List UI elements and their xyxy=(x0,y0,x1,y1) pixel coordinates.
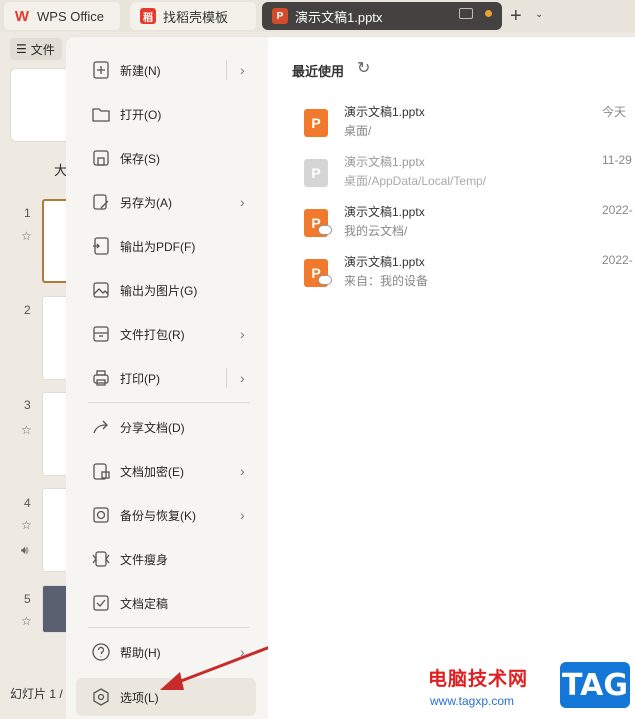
recent-file-item[interactable]: P 演示文稿1.pptx 我的云文档/ 2022- xyxy=(304,203,635,247)
file-date: 今天 xyxy=(602,105,627,119)
file-date: 11-29 xyxy=(602,153,632,167)
watermark-tag-logo: TAG xyxy=(560,662,630,708)
pptx-file-icon: P xyxy=(304,109,328,137)
file-name: 演示文稿1.pptx xyxy=(344,105,425,119)
file-path: 我的云文档/ xyxy=(344,224,408,238)
file-name: 演示文稿1.pptx xyxy=(344,255,425,269)
file-date: 2022- xyxy=(602,253,633,267)
watermark: 电脑技术网 www.tagxp.com TAG xyxy=(420,660,635,719)
file-date: 2022- xyxy=(602,203,633,217)
cloud-icon xyxy=(318,275,332,285)
pptx-file-icon: P xyxy=(304,159,328,187)
recent-file-item[interactable]: P 演示文稿1.pptx 桌面/AppData/Local/Temp/ 11-2… xyxy=(304,153,635,197)
file-path: 来自：我的设备 xyxy=(344,274,429,288)
watermark-site-name: 电脑技术网 xyxy=(428,669,529,690)
refresh-icon[interactable]: ↻ xyxy=(357,58,370,78)
file-path: 桌面/AppData/Local/Temp/ xyxy=(344,174,487,188)
recent-file-item[interactable]: P 演示文稿1.pptx 来自：我的设备 2022- xyxy=(304,253,635,297)
cloud-icon xyxy=(318,225,332,235)
file-name: 演示文稿1.pptx xyxy=(344,155,425,169)
recent-panel: 最近使用 ↻ P 演示文稿1.pptx 桌面/ 今天 P 演示文稿1.pptx … xyxy=(268,37,635,719)
file-path: 桌面/ xyxy=(344,124,372,138)
file-name: 演示文稿1.pptx xyxy=(344,205,425,219)
recent-title: 最近使用 xyxy=(292,64,345,79)
watermark-url: www.tagxp.com xyxy=(430,694,515,708)
recent-file-item[interactable]: P 演示文稿1.pptx 桌面/ 今天 xyxy=(304,103,635,147)
